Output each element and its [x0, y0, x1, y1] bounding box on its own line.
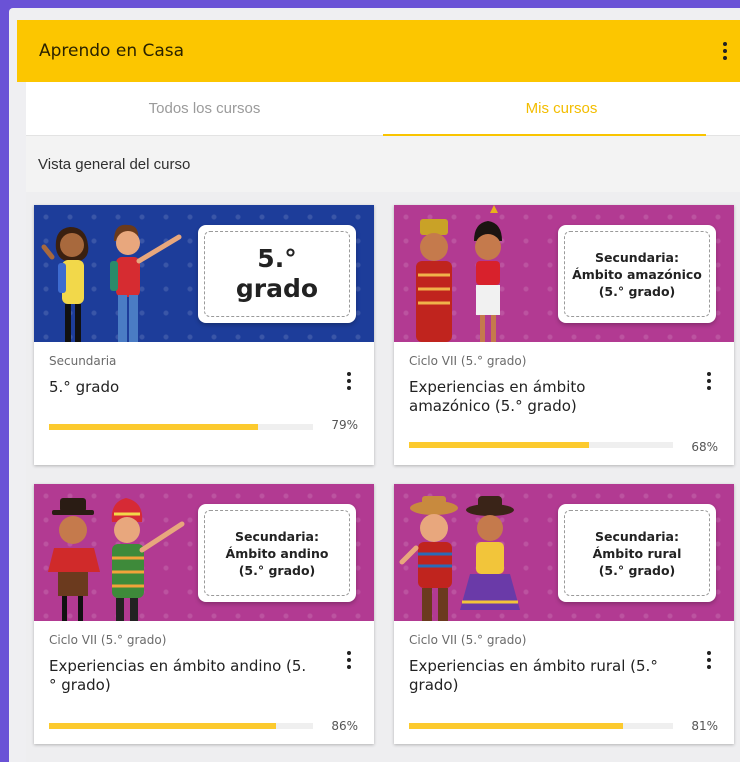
course-category: Ciclo VII (5.° grado) — [409, 354, 527, 368]
students-illustration — [41, 224, 182, 342]
banner-label-text: Secundaria: Ámbito amazónico (5.° grado) — [572, 249, 702, 299]
progress-bar — [49, 723, 313, 729]
course-banner: 5.° grado — [34, 205, 374, 342]
course-title: Experiencias en ámbito amazónico (5.° gr… — [409, 378, 586, 415]
banner-label-text: Secundaria: Ámbito rural (5.° grado) — [592, 528, 682, 578]
app-title: Aprendo en Casa — [39, 41, 185, 61]
course-card[interactable]: Secundaria: Ámbito rural (5.° grado) Cic… — [394, 484, 734, 744]
progress-bar — [409, 723, 673, 729]
course-category: Ciclo VII (5.° grado) — [409, 633, 527, 647]
progress-percent: 81% — [691, 719, 718, 733]
course-banner: Secundaria: Ámbito rural (5.° grado) — [394, 484, 734, 621]
banner-label: 5.° grado — [198, 225, 356, 323]
course-grid: 5.° grado Secundaria 5.° grado 79% Secun… — [26, 192, 740, 762]
students-illustration — [416, 205, 502, 342]
course-options-icon[interactable] — [346, 651, 352, 669]
course-card[interactable]: 5.° grado Secundaria 5.° grado 79% — [34, 205, 374, 465]
banner-label-text: Secundaria: Ámbito andino (5.° grado) — [225, 528, 329, 578]
progress-percent: 86% — [331, 719, 358, 733]
progress-bar — [49, 424, 313, 430]
banner-label: Secundaria: Ámbito andino (5.° grado) — [198, 504, 356, 602]
students-illustration — [399, 496, 520, 621]
course-title: 5.° grado — [49, 378, 120, 396]
section-title: Vista general del curso — [38, 155, 191, 173]
course-options-icon[interactable] — [706, 372, 712, 390]
students-illustration — [48, 498, 185, 621]
progress-percent: 68% — [691, 440, 718, 454]
tab-my-courses[interactable]: Mis cursos — [383, 82, 740, 136]
section-header: Vista general del curso — [26, 136, 740, 193]
course-banner: Secundaria: Ámbito amazónico (5.° grado) — [394, 205, 734, 342]
banner-label: Secundaria: Ámbito amazónico (5.° grado) — [558, 225, 716, 323]
course-options-icon[interactable] — [346, 372, 352, 390]
course-card[interactable]: Secundaria: Ámbito andino (5.° grado) Ci… — [34, 484, 374, 744]
course-category: Secundaria — [49, 354, 117, 368]
app-bar: Aprendo en Casa — [17, 20, 740, 82]
course-card[interactable]: Secundaria: Ámbito amazónico (5.° grado)… — [394, 205, 734, 465]
course-options-icon[interactable] — [706, 651, 712, 669]
more-options-icon[interactable] — [722, 42, 728, 60]
progress-bar — [409, 442, 673, 448]
course-title: Experiencias en ámbito andino (5.° grado… — [49, 657, 307, 694]
tab-all-courses[interactable]: Todos los cursos — [26, 82, 383, 135]
banner-label-text: 5.° grado — [235, 244, 319, 303]
course-title: Experiencias en ámbito rural (5.° grado) — [409, 657, 658, 694]
course-tabs: Todos los cursos Mis cursos — [26, 82, 740, 136]
banner-label: Secundaria: Ámbito rural (5.° grado) — [558, 504, 716, 602]
course-banner: Secundaria: Ámbito andino (5.° grado) — [34, 484, 374, 621]
progress-percent: 79% — [331, 418, 358, 432]
course-category: Ciclo VII (5.° grado) — [49, 633, 167, 647]
